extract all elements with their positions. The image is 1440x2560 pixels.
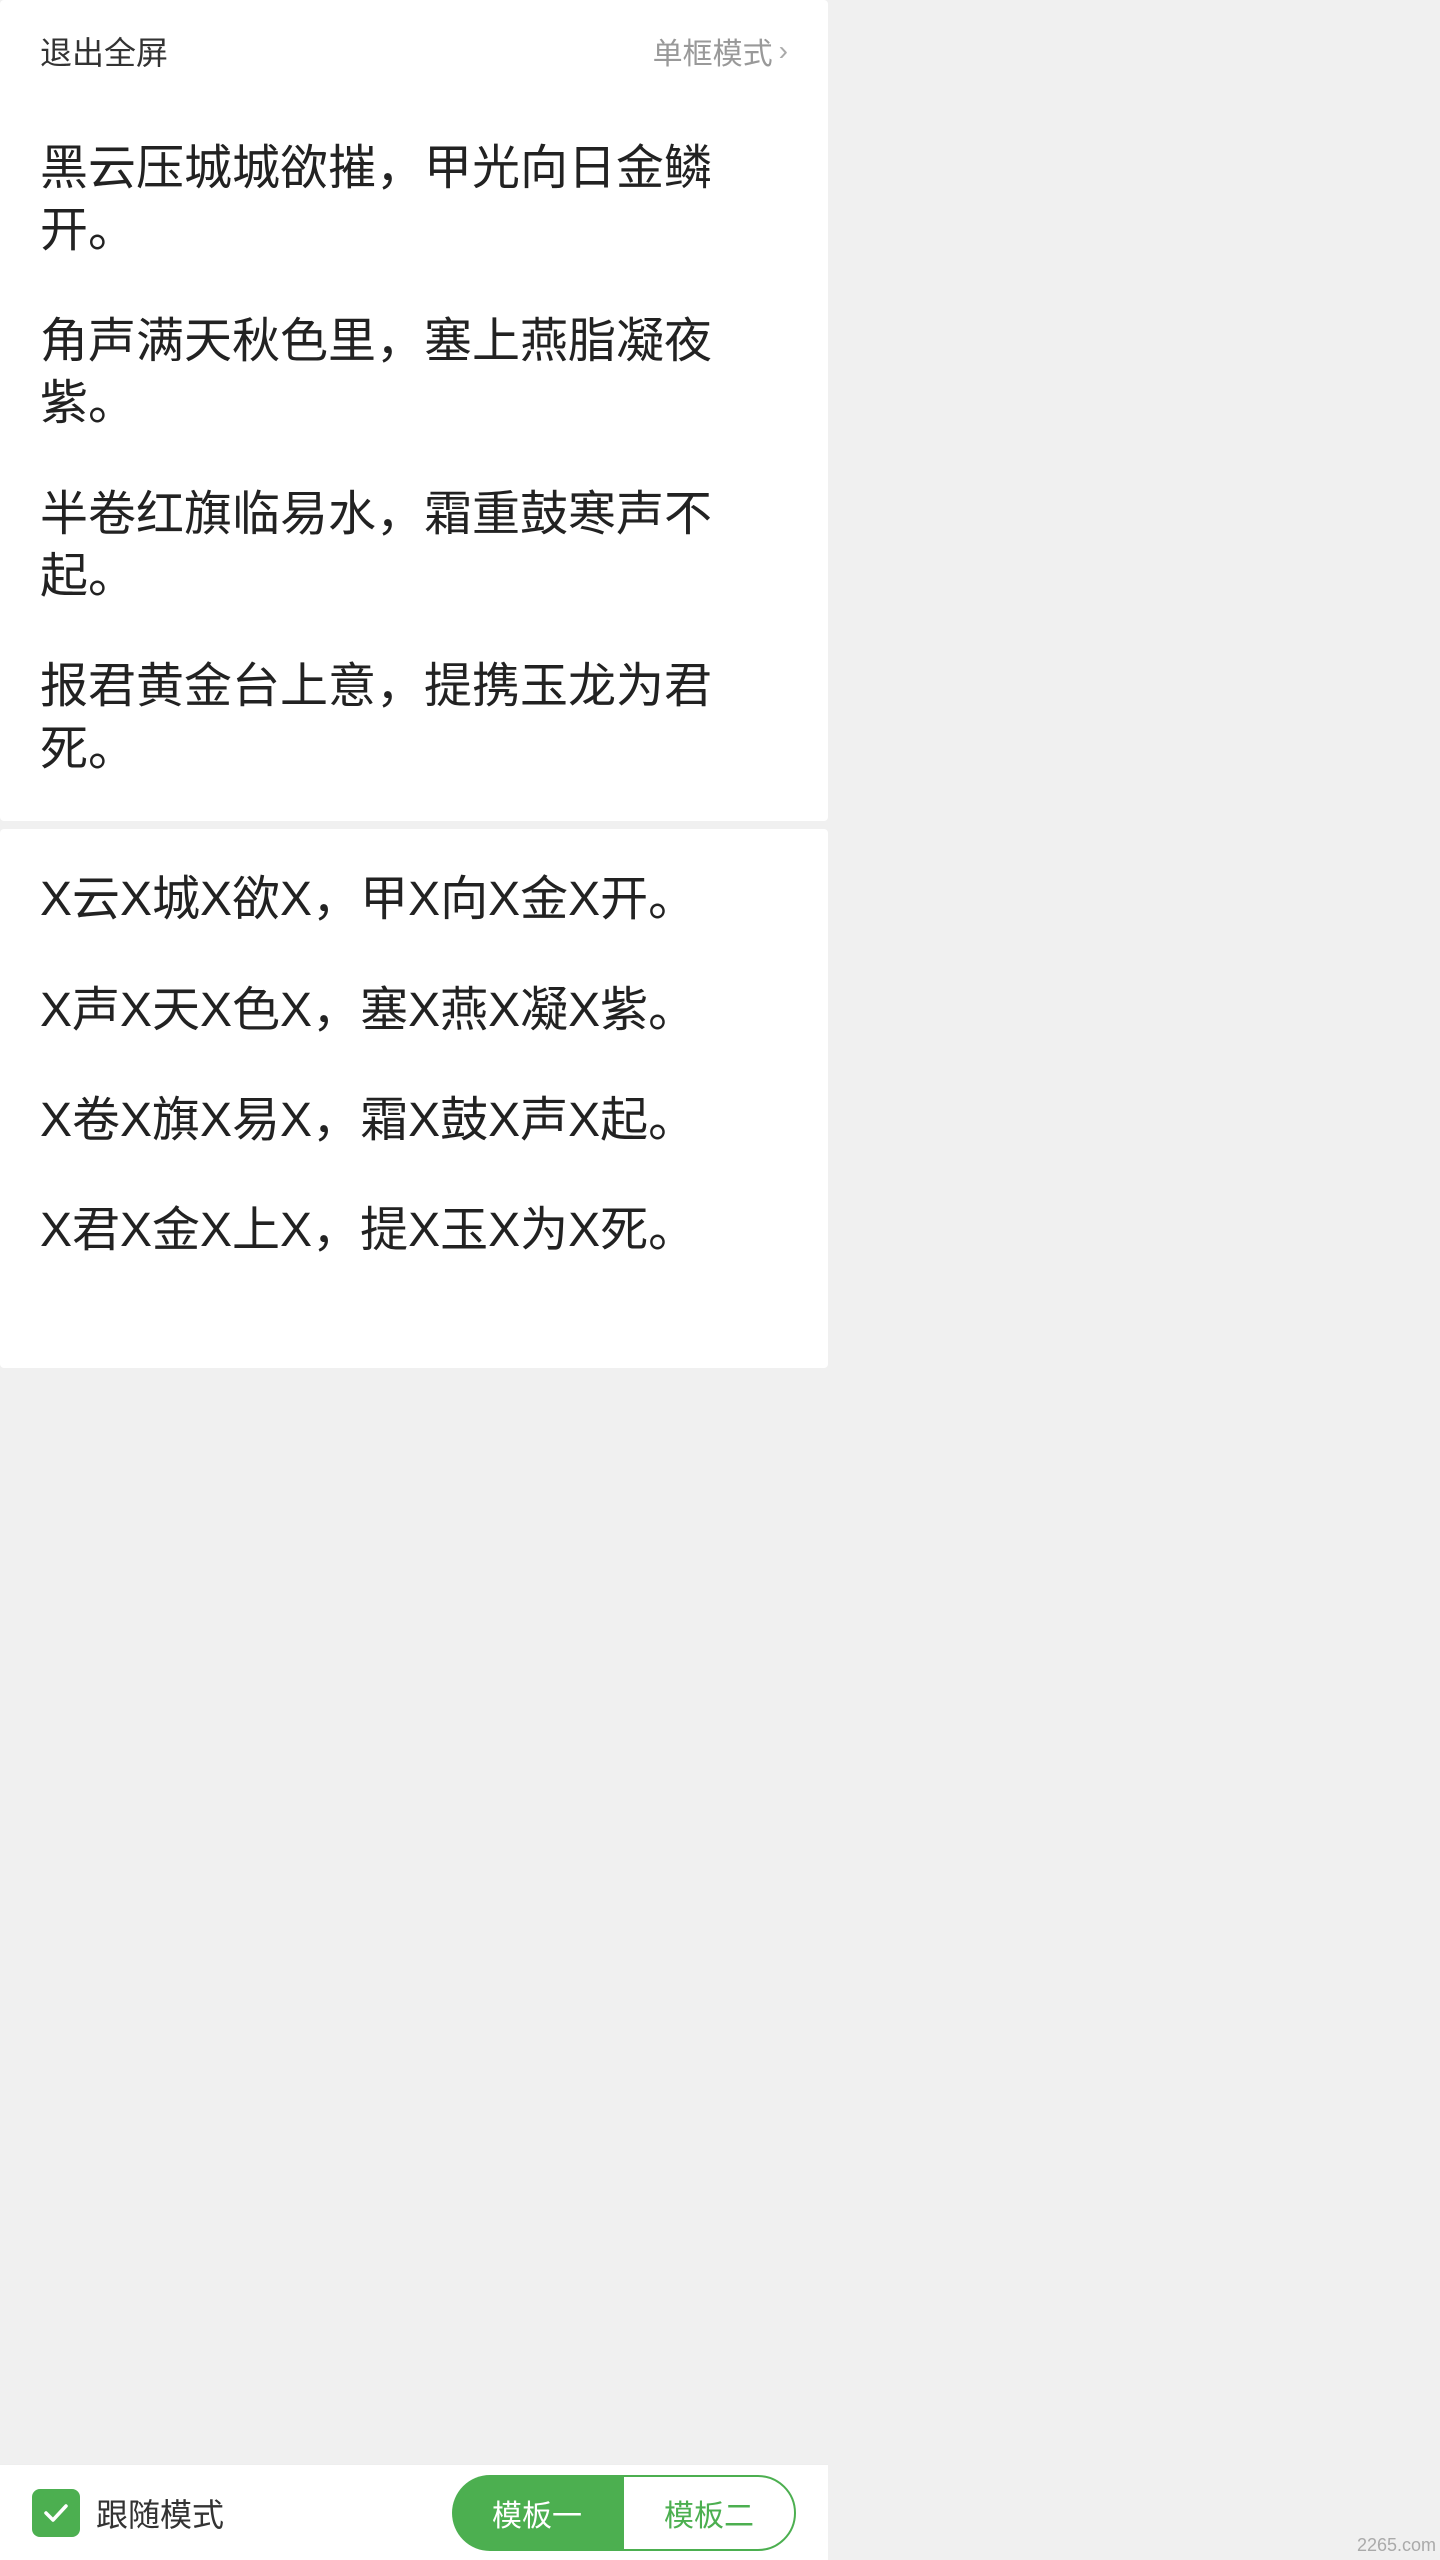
template-two-button[interactable]: 模板二 (622, 2475, 796, 2551)
poem-line-2: 角声满天秋色里，塞上燕脂凝夜紫。 (40, 311, 788, 436)
poem-line-3: 半卷红旗临易水，霜重鼓寒声不起。 (40, 484, 788, 609)
bottom-card: X云X城X欲X，甲X向X金X开。 X声X天X色X，塞X燕X凝X紫。 X卷X旗X易… (0, 829, 828, 1368)
watermark: 2265.com (1357, 2535, 1436, 2556)
poem-content: 黑云压城城欲摧，甲光向日金鳞开。 角声满天秋色里，塞上燕脂凝夜紫。 半卷红旗临易… (40, 98, 788, 781)
follow-mode-toggle[interactable]: 跟随模式 (32, 2489, 224, 2537)
single-frame-mode[interactable]: 单框模式 › (653, 29, 788, 73)
template-buttons: 模板一 模板二 (452, 2475, 796, 2551)
follow-mode-checkbox[interactable] (32, 2489, 80, 2537)
masked-line-3: X卷X旗X易X，霜X鼓X声X起。 (40, 1090, 788, 1152)
footer-bar: 跟随模式 模板一 模板二 (0, 2464, 828, 2560)
checkmark-icon (42, 2499, 70, 2527)
exit-fullscreen-button[interactable]: 退出全屏 (40, 28, 168, 74)
masked-line-4: X君X金X上X，提X玉X为X死。 (40, 1200, 788, 1262)
masked-line-2: X声X天X色X，塞X燕X凝X紫。 (40, 980, 788, 1042)
follow-mode-label: 跟随模式 (96, 2490, 224, 2536)
masked-line-1: X云X城X欲X，甲X向X金X开。 (40, 869, 788, 931)
poem-line-4: 报君黄金台上意，提携玉龙为君死。 (40, 656, 788, 781)
single-frame-label: 单框模式 (653, 29, 773, 73)
masked-poem-content: X云X城X欲X，甲X向X金X开。 X声X天X色X，塞X燕X凝X紫。 X卷X旗X易… (40, 869, 788, 1263)
template-one-button[interactable]: 模板一 (452, 2475, 622, 2551)
top-card: 退出全屏 单框模式 › 黑云压城城欲摧，甲光向日金鳞开。 角声满天秋色里，塞上燕… (0, 0, 828, 821)
header-bar: 退出全屏 单框模式 › (40, 0, 788, 98)
chevron-right-icon: › (779, 35, 788, 67)
poem-line-1: 黑云压城城欲摧，甲光向日金鳞开。 (40, 138, 788, 263)
